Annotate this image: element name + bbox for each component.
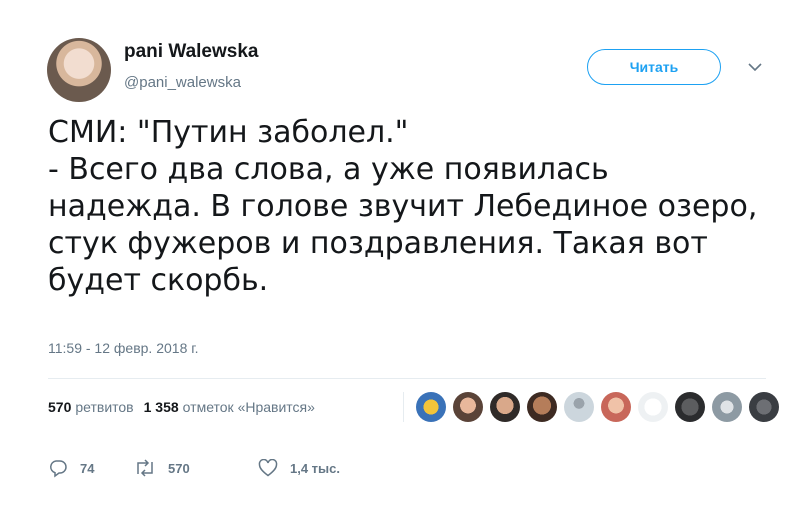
user-display-name[interactable]: pani Walewska: [124, 41, 258, 63]
reply-count: 74: [80, 460, 95, 476]
liker-avatar[interactable]: [601, 392, 631, 422]
liker-avatar[interactable]: [675, 392, 705, 422]
liker-avatar[interactable]: [749, 392, 779, 422]
user-handle[interactable]: @pani_walewska: [124, 74, 241, 91]
retweet-count: 570: [168, 460, 190, 476]
tweet-timestamp[interactable]: 11:59 - 12 февр. 2018 г.: [48, 340, 199, 356]
tweet-text: СМИ: "Путин заболел." - Всего два слова,…: [48, 114, 788, 299]
reply-button[interactable]: 74: [48, 458, 128, 478]
liker-avatar[interactable]: [638, 392, 668, 422]
liker-avatar[interactable]: [416, 392, 446, 422]
tweet-line: СМИ: "Путин заболел.": [48, 115, 409, 150]
tweet-line: будет скорбь.: [48, 263, 269, 298]
divider: [48, 378, 766, 379]
tweet-line: стук фужеров и поздравления. Такая вот: [48, 226, 708, 261]
tweet-stats: 570 ретвитов 1 358 отметок «Нравится»: [48, 399, 325, 415]
liker-avatar[interactable]: [712, 392, 742, 422]
liker-avatar[interactable]: [453, 392, 483, 422]
chevron-down-icon: [748, 63, 762, 71]
likes-count: 1 358: [143, 399, 179, 415]
tweet-line: надежда. В голове звучит Лебединое озеро…: [48, 189, 758, 224]
retweets-stat[interactable]: 570 ретвитов: [48, 399, 134, 415]
like-count: 1,4 тыс.: [290, 460, 340, 476]
retweets-count: 570: [48, 399, 72, 415]
retweet-button[interactable]: 570: [134, 459, 246, 477]
retweets-label: ретвитов: [75, 399, 134, 415]
like-button[interactable]: 1,4 тыс.: [258, 459, 340, 477]
stats-separator: [403, 392, 404, 422]
liker-avatar[interactable]: [564, 392, 594, 422]
reply-icon: [49, 460, 67, 478]
tweet-line: - Всего два слова, а уже появилась: [48, 152, 609, 187]
follow-button[interactable]: Читать: [587, 49, 721, 85]
likers-avatars: [416, 392, 786, 422]
heart-icon: [258, 459, 278, 477]
likes-label: отметок «Нравится»: [182, 399, 315, 415]
likes-stat[interactable]: 1 358 отметок «Нравится»: [144, 399, 315, 415]
more-options-button[interactable]: [746, 58, 764, 76]
retweet-icon: [137, 459, 153, 477]
user-avatar[interactable]: [47, 38, 111, 102]
tweet-actions: 74 570 1,4 тыс.: [48, 458, 340, 478]
liker-avatar[interactable]: [490, 392, 520, 422]
liker-avatar[interactable]: [527, 392, 557, 422]
